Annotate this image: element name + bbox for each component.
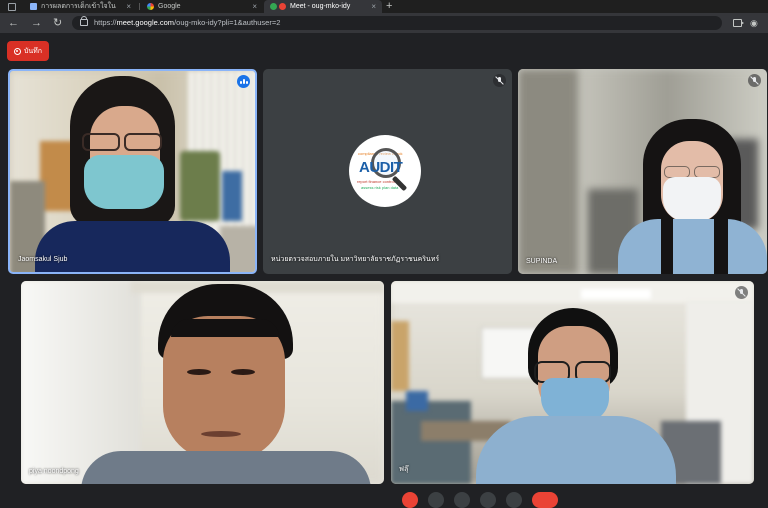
participant-tile[interactable]: piya noondpong (21, 281, 384, 484)
url-text: https://meet.google.com/oug-mko-idy?pli=… (94, 18, 281, 27)
new-tab-button[interactable]: + (386, 0, 392, 13)
logo-word-cloud: assess risk plan data (361, 185, 399, 190)
tab-title: Google (158, 3, 181, 10)
record-button[interactable]: บันทึก (7, 41, 49, 61)
browser-toolbar: ← → ↻ https://meet.google.com/oug-mko-id… (0, 13, 768, 33)
page-icon (30, 3, 37, 10)
back-arrow-icon[interactable]: ← (8, 13, 19, 33)
participant-tile[interactable]: compliance review check report finance c… (263, 69, 512, 274)
reload-icon[interactable]: ↻ (53, 13, 62, 33)
camera-toggle-button[interactable] (428, 492, 444, 508)
participant-name: Jaomsakul Sjub (18, 256, 68, 263)
participant-name: SUPINDA (526, 258, 558, 265)
close-icon[interactable]: × (126, 2, 131, 11)
tab-title: การผลตการเด็กเข้าใจใน (41, 3, 116, 10)
more-options-button[interactable] (506, 492, 522, 508)
lock-icon[interactable] (80, 16, 88, 26)
record-label: บันทึก (23, 47, 43, 55)
participant-tile[interactable]: ฟลุ๊ (391, 281, 754, 484)
tab-meet[interactable]: Meet - oug-mko-idy × (264, 0, 382, 13)
forward-arrow-icon[interactable]: → (31, 13, 42, 33)
google-icon (147, 3, 154, 10)
speaking-indicator-icon (237, 75, 250, 88)
camera-in-use-icon[interactable] (733, 19, 744, 27)
tab-title: Meet - oug-mko-idy (290, 3, 351, 10)
mic-off-icon (748, 74, 761, 87)
captions-button[interactable] (454, 492, 470, 508)
tab-thai-page[interactable]: การผลตการเด็กเข้าใจใน × (24, 0, 137, 13)
recording-indicator-icon (279, 3, 286, 10)
window-menu-icon[interactable] (8, 3, 16, 11)
tab-bar: การผลตการเด็กเข้าใจใน × Google × Meet - … (0, 0, 768, 13)
meet-icon (270, 3, 277, 10)
mic-toggle-button[interactable] (402, 492, 418, 508)
participant-tile[interactable]: Jaomsakul Sjub (8, 69, 257, 274)
participant-name: หน่วยตรวจสอบภายใน มหาวิทยาลัยราชภัฏราชนค… (271, 256, 440, 263)
mic-off-icon (735, 286, 748, 299)
participant-tile[interactable]: SUPINDA (518, 69, 767, 274)
close-icon[interactable]: × (371, 2, 376, 11)
close-icon[interactable]: × (252, 2, 257, 11)
mic-off-icon (493, 74, 506, 87)
site-settings-icon[interactable]: ◉ (750, 13, 758, 33)
present-button[interactable] (480, 492, 496, 508)
tab-divider (139, 3, 140, 10)
audit-avatar-logo: compliance review check report finance c… (349, 135, 421, 207)
address-bar[interactable]: https://meet.google.com/oug-mko-idy?pli=… (72, 16, 722, 30)
audit-logo-text: AUDIT (359, 159, 403, 176)
logo-word-cloud: report finance control (357, 179, 395, 184)
tab-google[interactable]: Google × (141, 0, 263, 13)
leave-call-button[interactable] (532, 492, 558, 508)
participant-name: ฟลุ๊ (399, 466, 409, 473)
record-icon (13, 47, 21, 55)
participant-name: piya noondpong (29, 468, 79, 475)
